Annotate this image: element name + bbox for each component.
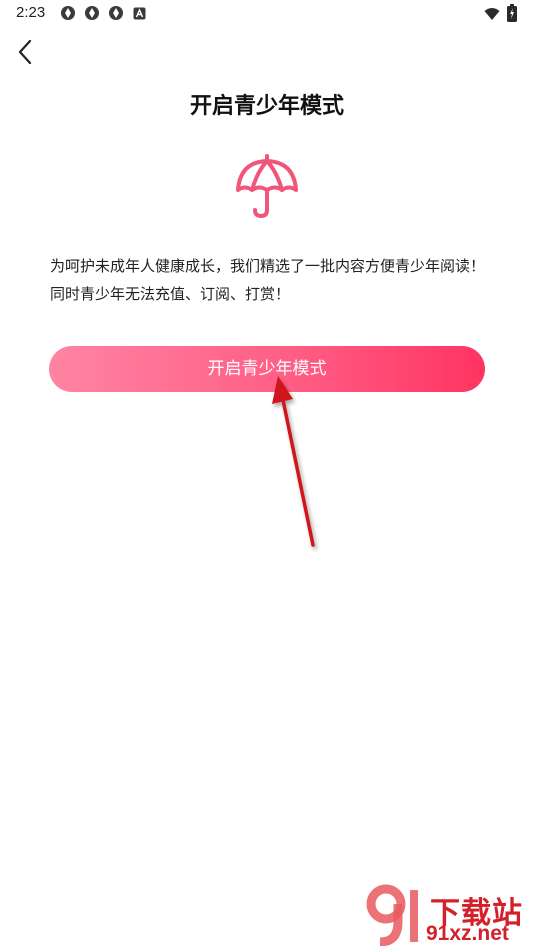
description-text: 为呵护未成年人健康成长，我们精选了一批内容方便青少年阅读！同时青少年无法充值、订… — [50, 257, 486, 303]
annotation-arrow — [272, 376, 315, 547]
chevron-left-icon — [18, 39, 32, 65]
enable-youth-mode-button[interactable]: 开启青少年模式 — [49, 346, 485, 392]
page-title: 开启青少年模式 — [189, 94, 344, 119]
watermark-url: 91xz.net — [426, 922, 509, 945]
watermark: 下载站 91xz.net — [360, 882, 534, 950]
site-logo-icon — [366, 884, 418, 946]
app-notification-icon — [109, 6, 123, 20]
status-time: 2:23 — [16, 4, 46, 21]
back-button[interactable] — [8, 32, 48, 72]
a-notification-icon — [133, 7, 146, 20]
screen: 2:23 开启青少年模式 为呵护未成年人健康成长，我们精选了一批内容方便青少年阅… — [0, 0, 534, 950]
status-bar: 2:23 — [0, 0, 534, 28]
umbrella-icon — [236, 154, 298, 218]
app-notification-icon — [61, 6, 75, 20]
wifi-icon — [484, 8, 500, 20]
battery-icon — [507, 4, 517, 22]
app-notification-icon — [85, 6, 99, 20]
